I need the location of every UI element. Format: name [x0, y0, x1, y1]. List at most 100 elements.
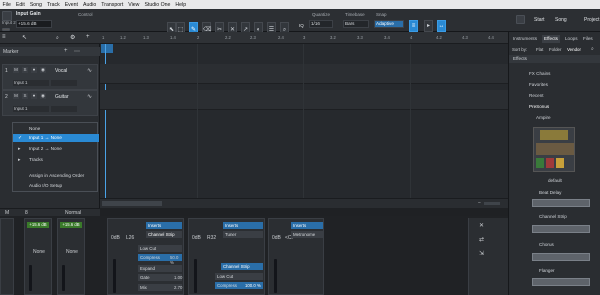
channel-gain[interactable]: 0dB [192, 235, 201, 241]
insert-tuner[interactable]: Tuner [223, 231, 263, 238]
insert-channel-strip[interactable]: Channel Strip [221, 263, 263, 270]
solo-button[interactable]: S [22, 93, 28, 99]
zoom-out-icon[interactable]: − [478, 200, 481, 206]
menu-edit[interactable]: Edit [13, 2, 27, 8]
insert-channel-strip[interactable]: Channel Strip [146, 231, 182, 238]
expand-param[interactable]: Expand [138, 265, 182, 272]
input-select[interactable]: Input 1 [13, 80, 49, 86]
snap-select[interactable]: Adaptive [374, 20, 404, 28]
menu-help[interactable]: Help [173, 2, 189, 8]
quantize-select[interactable]: 1/16 [309, 20, 333, 28]
record-button[interactable]: ● [31, 67, 37, 73]
track-name[interactable]: Guitar [55, 94, 69, 100]
folder-fx-chains[interactable]: FX Chains [509, 70, 600, 78]
tab-loops[interactable]: Loops [563, 35, 580, 43]
channel-fader[interactable] [274, 259, 277, 293]
pan-icon[interactable]: ⇄ [479, 236, 484, 243]
menu-track[interactable]: Track [44, 2, 62, 8]
project-button[interactable]: Project [584, 17, 600, 23]
gain-value-field[interactable]: +15.6 dB [16, 20, 52, 28]
menu-item-input1[interactable]: Input 1 → None [13, 134, 99, 142]
track-lane[interactable] [100, 90, 508, 110]
folder-favorites[interactable]: Favorites [509, 81, 600, 89]
expand-icon[interactable]: ≡ [2, 34, 6, 40]
menu-audio[interactable]: Audio [80, 2, 98, 8]
menu-studio-one[interactable]: Studio One [142, 2, 173, 8]
start-icon[interactable] [516, 15, 525, 24]
channel-fader[interactable] [113, 259, 116, 293]
menu-item-assign[interactable]: Assign in Ascending Order [13, 172, 99, 180]
folder-presonus[interactable]: PreSonus [509, 103, 600, 111]
input-strip[interactable]: +15.6 dB None [57, 218, 85, 295]
search-icon[interactable]: ⌕ [591, 46, 594, 52]
preset-default[interactable]: default [509, 177, 600, 185]
menu-item-tracks[interactable]: Tracks [13, 156, 99, 164]
low-cut-param[interactable]: Low Cut [138, 245, 182, 252]
channel-gain[interactable]: 0dB [272, 235, 281, 241]
mute-button[interactable]: M [13, 67, 19, 73]
track-lane[interactable] [100, 64, 508, 84]
snap-toggle-icon[interactable]: ≡ [409, 20, 418, 32]
horizontal-scrollbar[interactable] [102, 201, 162, 206]
strip2-gain[interactable]: +15.6 dB [60, 222, 82, 228]
wrench-icon[interactable]: ⚙ [70, 34, 75, 41]
timebase-select[interactable]: Bars [343, 20, 369, 28]
solo-button[interactable]: S [22, 67, 28, 73]
search-icon[interactable]: ⌕ [56, 35, 59, 41]
channel-strip[interactable]: 0dB R32 Inserts Tuner Channel Strip Low … [188, 218, 265, 295]
low-cut-param[interactable]: Low Cut [215, 273, 263, 280]
menu-file[interactable]: File [0, 2, 13, 8]
follow-icon[interactable]: ▸ [424, 20, 433, 32]
strip2-none[interactable]: None [66, 249, 78, 255]
zoom-slider[interactable] [484, 202, 500, 205]
output-select[interactable] [51, 80, 77, 86]
tab-instruments[interactable]: Instruments [511, 35, 539, 43]
plugin-chorus[interactable]: Chorus [509, 241, 600, 249]
channel-strip[interactable]: 0dB <C> Inserts Metronome [268, 218, 324, 295]
output-select[interactable] [51, 106, 77, 112]
menu-item-audio-io[interactable]: Audio I/O Setup [13, 182, 99, 190]
timeline-ruler[interactable]: 1 1.2 1.3 1.4 2 2.2 2.3 2.4 3 3.2 3.3 3.… [100, 32, 508, 44]
input-fader[interactable] [29, 265, 32, 291]
add-marker-icon[interactable]: + [64, 48, 68, 54]
menu-song[interactable]: Song [27, 2, 44, 8]
expand-icon[interactable]: ⇲ [479, 250, 484, 257]
mute-button[interactable]: M [13, 93, 19, 99]
autoscroll-icon[interactable]: ↔ [437, 20, 446, 32]
channel-strip[interactable]: 0dB L26 Inserts Channel Strip Low Cut Co… [107, 218, 184, 295]
close-icon[interactable]: ✕ [479, 222, 484, 229]
tab-files[interactable]: Files [581, 35, 595, 43]
track-header[interactable]: 1 M S ● ◉ Vocal ∿ Input 1 [2, 64, 98, 90]
strip1-none[interactable]: None [33, 249, 45, 255]
plugin-flanger[interactable]: Flanger [509, 267, 600, 275]
channel-gain[interactable]: 0dB [111, 235, 120, 241]
arrow-icon[interactable]: ↖ [22, 34, 27, 41]
marker-list-icon[interactable]: ⋯ [74, 48, 80, 55]
song-button[interactable]: Song [555, 17, 567, 23]
monitor-button[interactable]: ◉ [40, 93, 46, 99]
plugin-channel-strip[interactable]: Channel Strip [509, 213, 600, 221]
input-fader[interactable] [62, 265, 65, 291]
plugin-ampire[interactable]: Ampire [509, 114, 600, 122]
menu-view[interactable]: View [126, 2, 142, 8]
inserts-header[interactable]: Inserts [223, 222, 263, 229]
folder-recent[interactable]: Recent [509, 92, 600, 100]
sort-vendor[interactable]: Vendor [567, 47, 581, 52]
playhead-marker[interactable] [101, 44, 113, 53]
input-select[interactable]: Input 1 [13, 106, 49, 112]
menu-transport[interactable]: Transport [99, 2, 126, 8]
inserts-header[interactable]: Inserts [291, 222, 323, 229]
record-button[interactable]: ● [31, 93, 37, 99]
monitor-button[interactable]: ◉ [40, 67, 46, 73]
sort-folder[interactable]: Folder [549, 47, 561, 52]
tab-effects[interactable]: Effects [542, 35, 560, 43]
menu-event[interactable]: Event [62, 2, 80, 8]
inserts-header[interactable]: Inserts [146, 222, 182, 229]
channel-pan[interactable]: L26 [126, 235, 134, 241]
add-track-icon[interactable]: + [86, 34, 90, 40]
sort-flat[interactable]: Flat [536, 47, 543, 52]
input-strip[interactable]: +15.6 dB None [24, 218, 52, 295]
arrange-view[interactable]: 1 1.2 1.3 1.4 2 2.2 2.3 2.4 3 3.2 3.3 3.… [100, 32, 508, 208]
insert-metronome[interactable]: Metronome [291, 231, 323, 238]
start-button[interactable]: Start [534, 17, 545, 23]
